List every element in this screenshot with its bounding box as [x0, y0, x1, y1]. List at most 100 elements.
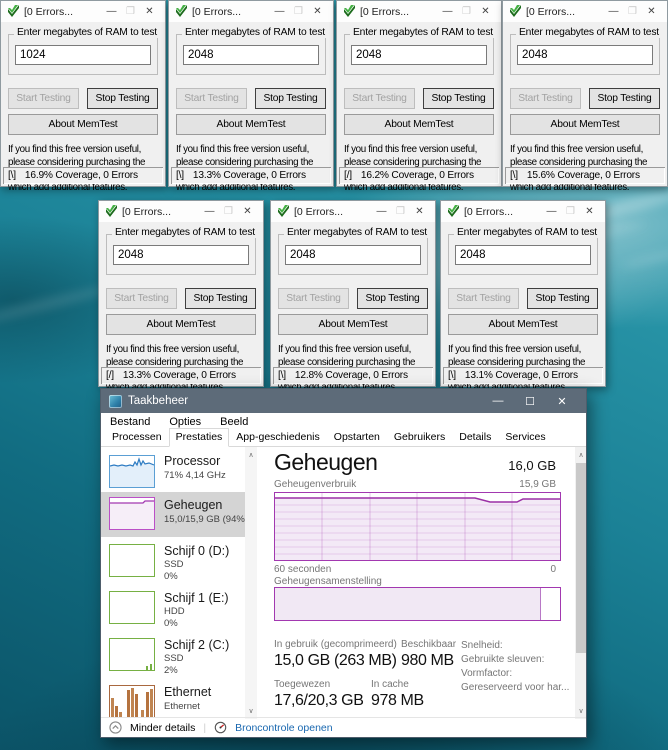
- stop-testing-button[interactable]: Stop Testing: [357, 288, 428, 309]
- tab-gebruikers[interactable]: Gebruikers: [387, 428, 452, 447]
- ram-amount-input[interactable]: [285, 245, 421, 265]
- start-testing-button[interactable]: Start Testing: [176, 88, 247, 109]
- memtest-titlebar[interactable]: [0 Errors... — ❐ ✕: [337, 1, 501, 22]
- sidebar-item-schijf-2[interactable]: Schijf 2 (C:) SSD 2%: [101, 633, 245, 679]
- memtest-window-controls: — ❐ ✕: [604, 6, 661, 17]
- ram-amount-input[interactable]: [351, 45, 487, 65]
- minimize-icon[interactable]: —: [102, 6, 121, 17]
- ram-groupbox-label: Enter megabytes of RAM to test: [14, 27, 160, 38]
- minimize-icon[interactable]: —: [270, 6, 289, 17]
- menu-bestand[interactable]: Bestand: [110, 416, 150, 428]
- minder-details-button[interactable]: Minder details: [130, 722, 195, 734]
- close-icon[interactable]: ✕: [642, 6, 661, 17]
- minimize-icon[interactable]: —: [372, 206, 391, 217]
- about-memtest-button[interactable]: About MemTest: [8, 114, 158, 135]
- memtest-window-controls: — ❐ ✕: [542, 206, 599, 217]
- memtest-button-row: Start Testing Stop Testing: [176, 88, 326, 109]
- memtest-window-title: [0 Errors...: [464, 205, 514, 218]
- performance-panel: Processor 71% 4,14 GHz Geheugen 15,0/15,…: [101, 447, 586, 719]
- about-memtest-button[interactable]: About MemTest: [176, 114, 326, 135]
- sidebar-scrollbar[interactable]: ∧ ∨: [245, 447, 257, 719]
- minimize-icon[interactable]: —: [438, 6, 457, 17]
- memtest-window-controls: — ❐ ✕: [102, 6, 159, 17]
- ram-groupbox: Enter megabytes of RAM to test: [8, 27, 160, 75]
- maximize-icon[interactable]: ☐: [514, 395, 546, 408]
- stop-testing-button[interactable]: Stop Testing: [185, 288, 256, 309]
- scroll-up-icon[interactable]: ∧: [575, 449, 586, 461]
- tab-processen[interactable]: Processen: [105, 428, 169, 447]
- close-icon[interactable]: ✕: [140, 6, 159, 17]
- close-icon[interactable]: ✕: [476, 6, 495, 17]
- tab-opstarten[interactable]: Opstarten: [327, 428, 387, 447]
- sidebar-geheugen-name: Geheugen: [164, 498, 223, 512]
- menu-beeld[interactable]: Beeld: [220, 416, 248, 428]
- sidebar-schijf0-usage: 0%: [164, 571, 178, 582]
- close-icon[interactable]: ✕: [580, 206, 599, 217]
- start-testing-button[interactable]: Start Testing: [8, 88, 79, 109]
- start-testing-button[interactable]: Start Testing: [278, 288, 349, 309]
- stop-testing-button[interactable]: Stop Testing: [527, 288, 598, 309]
- footer-divider: |: [203, 721, 207, 734]
- scroll-down-icon[interactable]: ∨: [575, 705, 586, 717]
- ram-amount-input[interactable]: [15, 45, 151, 65]
- sidebar-item-schijf-0[interactable]: Schijf 0 (D:) SSD 0%: [101, 539, 245, 585]
- tab-prestaties[interactable]: Prestaties: [168, 428, 230, 447]
- memory-max-label: 15,9 GB: [519, 479, 556, 490]
- memtest-titlebar[interactable]: [0 Errors... — ❐ ✕: [503, 1, 667, 22]
- memtest-titlebar[interactable]: [0 Errors... — ❐ ✕: [441, 201, 605, 222]
- about-memtest-button[interactable]: About MemTest: [448, 314, 598, 335]
- minimize-icon[interactable]: —: [542, 206, 561, 217]
- ram-amount-input[interactable]: [455, 245, 591, 265]
- sidebar-schijf1-type: HDD: [164, 606, 185, 617]
- about-memtest-button[interactable]: About MemTest: [278, 314, 428, 335]
- start-testing-button[interactable]: Start Testing: [448, 288, 519, 309]
- minimize-icon[interactable]: —: [482, 395, 514, 408]
- about-memtest-button[interactable]: About MemTest: [344, 114, 494, 135]
- tab-app-geschiedenis[interactable]: App-geschiedenis: [229, 428, 326, 447]
- broncontrole-openen-link[interactable]: Broncontrole openen: [235, 722, 333, 734]
- start-testing-button[interactable]: Start Testing: [344, 88, 415, 109]
- memtest-titlebar[interactable]: [0 Errors... — ❐ ✕: [169, 1, 333, 22]
- ram-amount-input[interactable]: [183, 45, 319, 65]
- minimize-icon[interactable]: —: [604, 6, 623, 17]
- sidebar-item-geheugen[interactable]: Geheugen 15,0/15,9 GB (94%): [101, 492, 248, 537]
- stop-testing-button[interactable]: Stop Testing: [589, 88, 660, 109]
- memtest-spinner: [\]: [510, 170, 518, 181]
- close-icon[interactable]: ✕: [308, 6, 327, 17]
- close-icon[interactable]: ✕: [546, 395, 578, 408]
- sidebar-item-processor[interactable]: Processor 71% 4,14 GHz: [101, 450, 245, 492]
- scroll-down-icon[interactable]: ∨: [245, 705, 257, 717]
- memtest-window-title: [0 Errors...: [294, 205, 344, 218]
- start-testing-button[interactable]: Start Testing: [510, 88, 581, 109]
- scrollbar-thumb[interactable]: [576, 463, 586, 653]
- taskmanager-titlebar[interactable]: Taakbeheer — ☐ ✕: [101, 389, 586, 413]
- memtest-statusbar: [\] 16.9% Coverage, 0 Errors: [3, 167, 163, 184]
- memtest-titlebar[interactable]: [0 Errors... — ❐ ✕: [99, 201, 263, 222]
- memtest-button-row: Start Testing Stop Testing: [106, 288, 256, 309]
- tab-details[interactable]: Details: [452, 428, 498, 447]
- menu-opties[interactable]: Opties: [169, 416, 201, 428]
- memtest-titlebar[interactable]: [0 Errors... — ❐ ✕: [271, 201, 435, 222]
- ram-amount-input[interactable]: [113, 245, 249, 265]
- memtest-statusbar: [/] 16.2% Coverage, 0 Errors: [339, 167, 499, 184]
- close-icon[interactable]: ✕: [410, 206, 429, 217]
- close-icon[interactable]: ✕: [238, 206, 257, 217]
- stop-testing-button[interactable]: Stop Testing: [87, 88, 158, 109]
- ram-amount-input[interactable]: [517, 45, 653, 65]
- sidebar-schijf1-name: Schijf 1 (E:): [164, 591, 229, 605]
- about-memtest-button[interactable]: About MemTest: [106, 314, 256, 335]
- disk0-mini-graph: [109, 544, 155, 577]
- stop-testing-button[interactable]: Stop Testing: [423, 88, 494, 109]
- scroll-up-icon[interactable]: ∧: [245, 449, 257, 461]
- stop-testing-button[interactable]: Stop Testing: [255, 88, 326, 109]
- sidebar-item-schijf-1[interactable]: Schijf 1 (E:) HDD 0%: [101, 586, 245, 632]
- main-scrollbar[interactable]: ∧ ∨: [575, 447, 586, 719]
- start-testing-button[interactable]: Start Testing: [106, 288, 177, 309]
- tab-services[interactable]: Services: [498, 428, 552, 447]
- memtest-titlebar[interactable]: [0 Errors... — ❐ ✕: [1, 1, 165, 22]
- minimize-icon[interactable]: —: [200, 206, 219, 217]
- about-memtest-button[interactable]: About MemTest: [510, 114, 660, 135]
- memtest-statusbar: [\] 13.3% Coverage, 0 Errors: [171, 167, 331, 184]
- sidebar-item-ethernet[interactable]: Ethernet Ethernet: [101, 680, 245, 719]
- memtest-spinner: [\]: [448, 370, 456, 381]
